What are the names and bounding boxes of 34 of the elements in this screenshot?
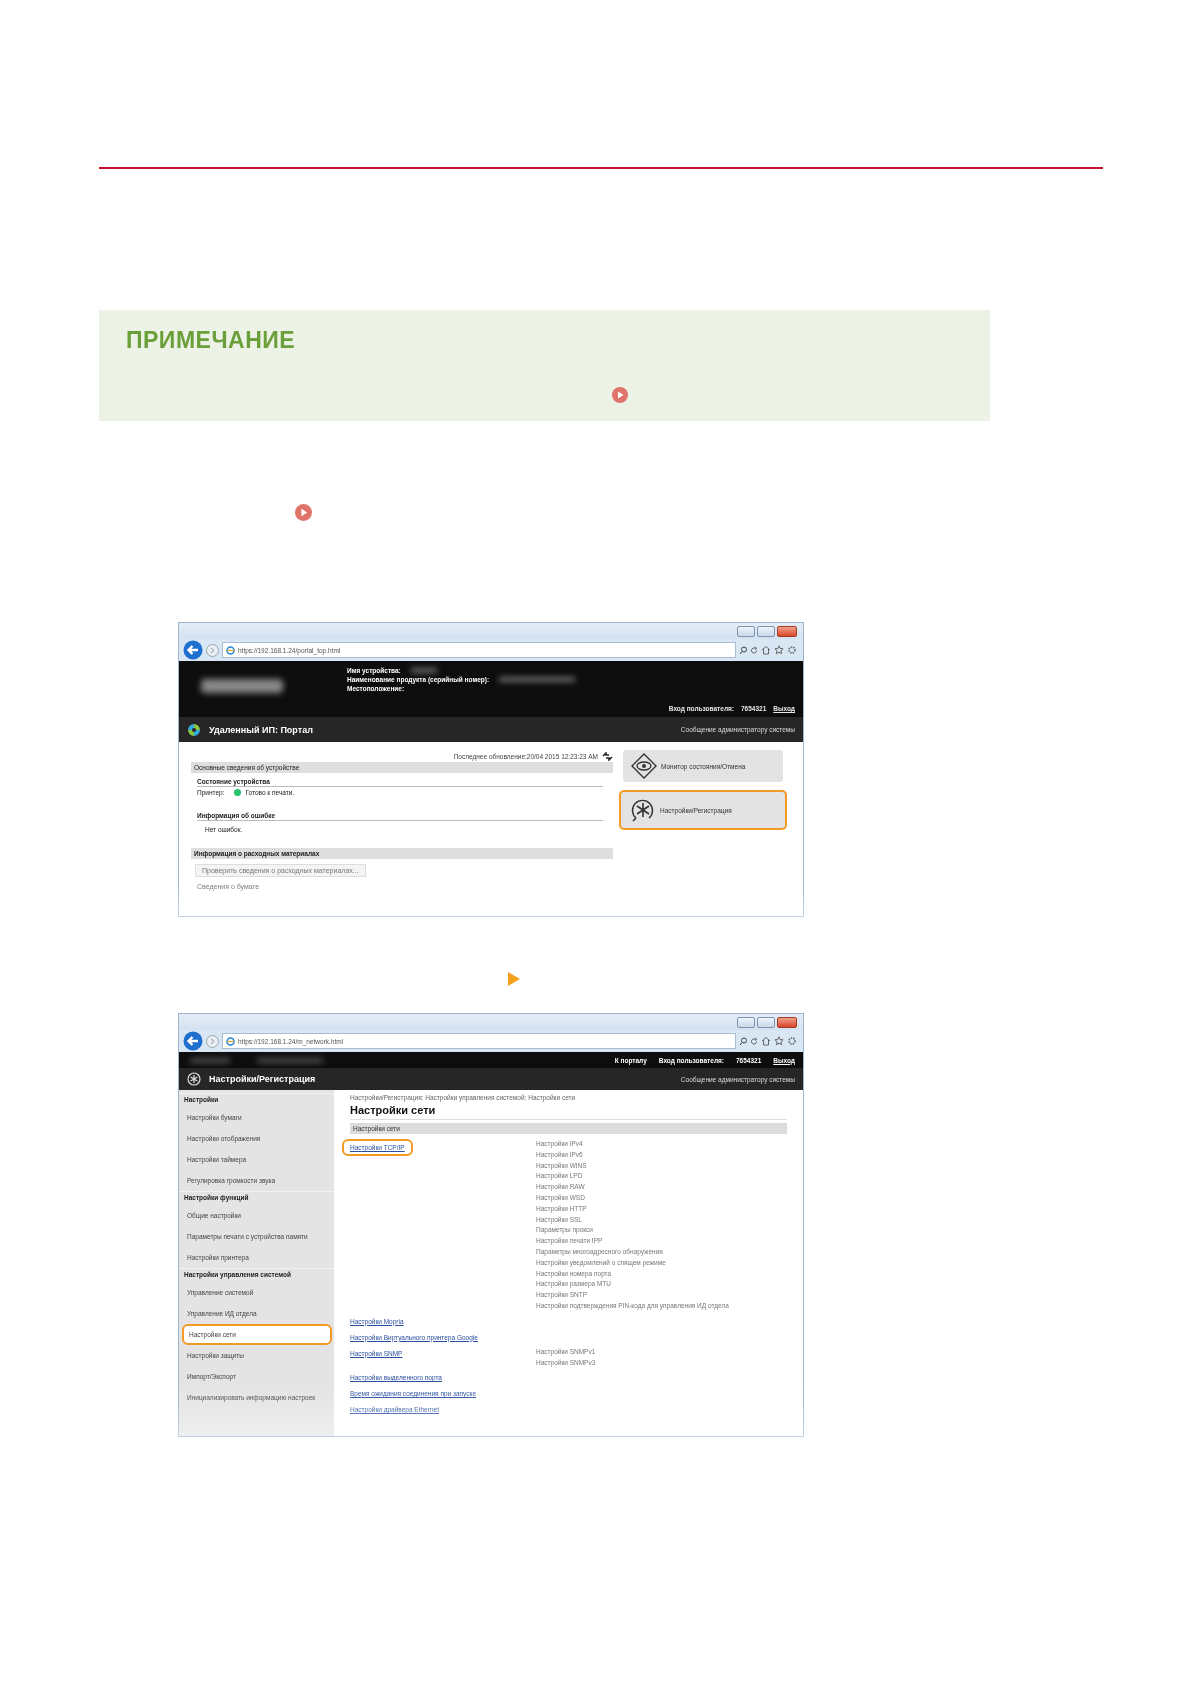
home-icon[interactable] — [761, 1036, 771, 1046]
search-icon[interactable] — [739, 645, 747, 655]
portal-icon — [187, 722, 201, 737]
play-icon[interactable] — [295, 504, 312, 521]
page-title: Удаленный ИП: Портал — [209, 724, 313, 735]
minimize-button[interactable] — [737, 1016, 755, 1028]
back-button[interactable] — [183, 640, 203, 660]
settings-icon[interactable] — [787, 645, 797, 655]
page-heading: Настройки сети — [350, 1104, 787, 1120]
browser-icon — [226, 1036, 235, 1046]
note-title: ПРИМЕЧАНИЕ — [126, 327, 296, 354]
blurred-value — [408, 667, 439, 674]
settings-icon — [187, 1072, 201, 1086]
refresh-icon[interactable] — [602, 751, 613, 761]
search-icon[interactable] — [739, 1036, 747, 1046]
status-dot — [234, 789, 242, 796]
play-icon[interactable] — [612, 387, 628, 403]
star-icon[interactable] — [774, 645, 784, 655]
arrow-icon — [508, 972, 520, 986]
eye-icon — [631, 753, 657, 779]
close-button[interactable] — [777, 1016, 797, 1028]
browser-icon — [226, 645, 235, 655]
minimize-button[interactable] — [737, 625, 755, 637]
star-icon[interactable] — [774, 1036, 784, 1046]
asterisk-icon — [630, 797, 656, 823]
home-icon[interactable] — [761, 645, 771, 655]
forward-button[interactable] — [206, 643, 219, 657]
back-button[interactable] — [183, 1031, 203, 1051]
maximize-button[interactable] — [757, 1016, 775, 1028]
page-title: Настройки/Регистрация — [209, 1074, 316, 1084]
close-button[interactable] — [777, 625, 797, 637]
maximize-button[interactable] — [757, 625, 775, 637]
forward-button[interactable] — [206, 1034, 219, 1048]
settings-icon[interactable] — [787, 1036, 797, 1046]
